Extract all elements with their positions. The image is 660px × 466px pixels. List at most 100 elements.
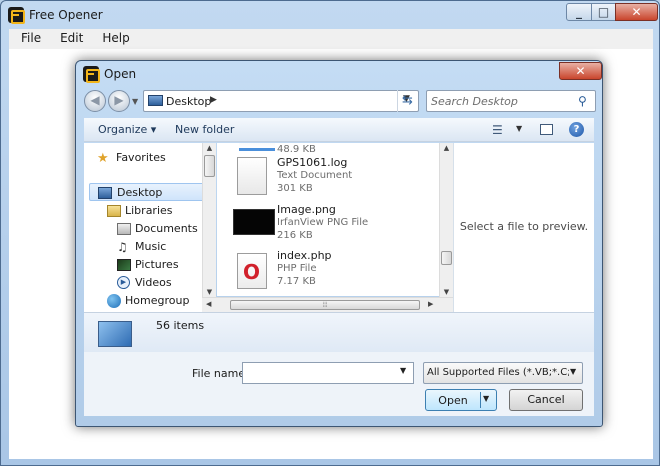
- maximize-button[interactable]: □: [591, 3, 616, 21]
- minimize-icon: _: [576, 5, 582, 19]
- file-type: Text Document: [277, 170, 353, 181]
- nav-pane-scrollbar[interactable]: ▲ ▼: [202, 143, 216, 297]
- horizontal-scrollbar[interactable]: ◀ ⦙⦙⦙ ▶: [202, 297, 453, 312]
- minimize-button[interactable]: _: [566, 3, 592, 21]
- file-name-dropdown-icon[interactable]: ▼: [400, 366, 406, 375]
- back-arrow-icon: ◀: [90, 93, 100, 107]
- file-name-combobox[interactable]: ▼: [242, 362, 414, 384]
- close-icon: ✕: [575, 64, 586, 78]
- file-type-filter-value: All Supported Files (*.VB;*.C;*.C: [427, 367, 569, 378]
- text-document-icon: [237, 157, 267, 195]
- nav-label: Pictures: [135, 258, 179, 271]
- forward-arrow-icon: ▶: [114, 93, 124, 107]
- scrollbar-thumb[interactable]: [441, 251, 452, 265]
- file-type-filter[interactable]: All Supported Files (*.VB;*.C;*.C ▼: [423, 362, 583, 384]
- close-icon: ✕: [631, 5, 642, 19]
- homegroup-icon: [107, 294, 121, 308]
- nav-item-pictures[interactable]: Pictures: [84, 256, 209, 274]
- dialog-footer: File name: ▼ All Supported Files (*.VB;*…: [84, 352, 594, 416]
- scroll-left-icon[interactable]: ◀: [206, 300, 211, 308]
- refresh-button[interactable]: ⇆: [397, 90, 419, 112]
- item-count: 56 items: [156, 319, 205, 332]
- scroll-up-icon[interactable]: ▲: [203, 144, 216, 152]
- menu-help[interactable]: Help: [90, 29, 136, 49]
- folder-icon: [239, 143, 275, 151]
- nav-label: Homegroup: [125, 294, 190, 307]
- nav-label: Desktop: [117, 186, 163, 199]
- file-name-field[interactable]: [246, 365, 394, 381]
- file-size: 216 KB: [277, 230, 313, 241]
- file-name: index.php: [277, 249, 332, 262]
- window-title: Free Opener: [29, 8, 103, 22]
- file-name: Image.png: [277, 203, 336, 216]
- preview-pane: Select a file to preview.: [453, 143, 594, 312]
- nav-item-videos[interactable]: ▶ Videos: [84, 274, 209, 292]
- scrollbar-thumb[interactable]: [204, 155, 215, 177]
- star-icon: ★: [97, 151, 109, 166]
- filter-dropdown-icon: ▼: [570, 367, 577, 376]
- scroll-up-icon[interactable]: ▲: [440, 144, 453, 152]
- command-toolbar: Organize ▾ New folder ☰ ▼ ?: [84, 118, 594, 142]
- recent-locations-icon[interactable]: ▼: [132, 97, 138, 106]
- documents-icon: [117, 223, 131, 235]
- search-input[interactable]: [431, 94, 571, 109]
- file-item[interactable]: GPS1061.log Text Document 301 KB: [217, 156, 437, 204]
- file-type: IrfanView PNG File: [277, 217, 369, 228]
- image-thumbnail-icon: [233, 209, 275, 235]
- preview-message: Select a file to preview.: [459, 220, 589, 233]
- scrollbar-thumb[interactable]: ⦙⦙⦙: [230, 300, 420, 310]
- nav-item-desktop[interactable]: Desktop: [89, 183, 209, 201]
- dialog-app-icon: [83, 66, 100, 83]
- search-icon[interactable]: ⚲: [578, 94, 587, 108]
- help-icon[interactable]: ?: [569, 122, 584, 137]
- menu-edit[interactable]: Edit: [48, 29, 90, 49]
- scroll-down-icon[interactable]: ▼: [203, 288, 216, 296]
- breadcrumb-chevron-icon[interactable]: ▶: [210, 95, 217, 105]
- dialog-title: Open: [104, 67, 137, 81]
- file-size: 48.9 KB: [277, 144, 316, 155]
- file-list-scrollbar[interactable]: ▲ ▼: [439, 143, 453, 297]
- open-button-label: Open: [438, 394, 468, 407]
- cancel-button[interactable]: Cancel: [509, 389, 583, 411]
- pictures-icon: [117, 259, 131, 271]
- back-button[interactable]: ◀: [84, 90, 106, 112]
- open-dropdown-icon[interactable]: ▼: [483, 394, 489, 403]
- scroll-right-icon[interactable]: ▶: [428, 300, 433, 308]
- close-button[interactable]: ✕: [615, 3, 658, 21]
- desktop-icon: [148, 95, 163, 106]
- view-dropdown-icon[interactable]: ▼: [516, 124, 522, 133]
- desktop-large-icon: [98, 321, 132, 347]
- nav-item-favorites[interactable]: ★ Favorites: [84, 149, 209, 167]
- nav-label: Documents: [135, 222, 198, 235]
- nav-item-libraries[interactable]: Libraries: [84, 202, 209, 220]
- file-size: 7.17 KB: [277, 276, 316, 287]
- dialog-close-button[interactable]: ✕: [559, 62, 602, 80]
- file-item[interactable]: Image.png IrfanView PNG File 216 KB: [217, 203, 437, 251]
- file-item[interactable]: O index.php PHP File 7.17 KB: [217, 249, 437, 296]
- address-bar[interactable]: Desktop ▶ ▼: [143, 90, 419, 112]
- nav-item-documents[interactable]: Documents: [84, 220, 209, 238]
- maximize-icon: □: [597, 5, 610, 19]
- file-size: 301 KB: [277, 183, 313, 194]
- library-icon: [107, 205, 121, 217]
- navigation-pane: ★ Favorites Desktop Libraries Documents …: [84, 143, 216, 312]
- nav-label: Videos: [135, 276, 172, 289]
- new-folder-button[interactable]: New folder: [175, 123, 234, 136]
- open-dialog: Open ✕ ◀ ▶ ▼ Desktop ▶ ▼ ⇆ ⚲ Organize ▾ …: [75, 60, 603, 427]
- nav-item-homegroup[interactable]: Homegroup: [84, 292, 209, 310]
- desktop-icon: [98, 187, 112, 199]
- forward-button[interactable]: ▶: [108, 90, 130, 112]
- file-name-label: File name:: [192, 367, 249, 380]
- file-name: GPS1061.log: [277, 156, 348, 169]
- menu-file[interactable]: File: [9, 29, 48, 49]
- organize-button[interactable]: Organize ▾: [98, 123, 156, 136]
- address-text: Desktop: [166, 95, 212, 108]
- search-box[interactable]: ⚲: [426, 90, 596, 112]
- nav-item-music[interactable]: ♫ Music: [84, 238, 209, 256]
- open-button[interactable]: Open ▼: [425, 389, 497, 411]
- file-list-pane: 48.9 KB GPS1061.log Text Document 301 KB…: [217, 143, 439, 296]
- change-view-icon[interactable]: ☰: [492, 123, 503, 137]
- scroll-down-icon[interactable]: ▼: [440, 288, 453, 296]
- main-titlebar: Free Opener _ □ ✕: [1, 1, 659, 29]
- preview-pane-icon[interactable]: [540, 124, 553, 135]
